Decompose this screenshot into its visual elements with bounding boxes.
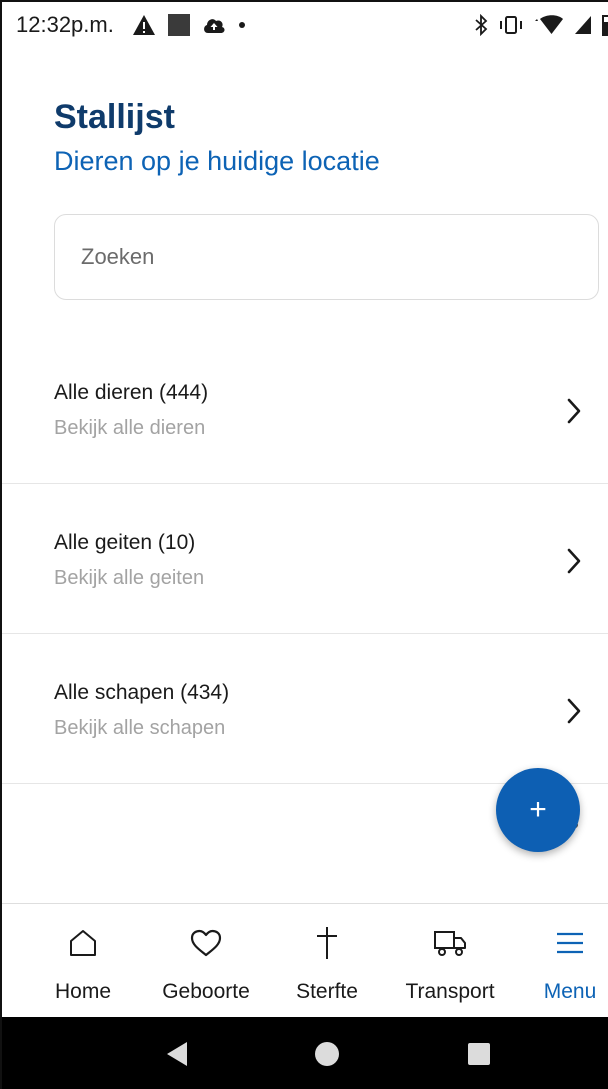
home-circle-icon <box>315 1042 339 1066</box>
status-time: 12:32p.m. <box>16 12 114 37</box>
nav-item-menu[interactable]: Menu <box>532 904 608 1018</box>
home-icon <box>68 926 98 960</box>
nav-item-sterfte[interactable]: Sterfte <box>282 904 372 1018</box>
nav-label: Transport <box>405 980 495 1003</box>
nav-item-transport[interactable]: Transport <box>394 904 506 1018</box>
bluetooth-icon <box>474 14 488 36</box>
plus-icon: + <box>529 793 547 826</box>
cloud-upload-icon <box>202 16 226 34</box>
nav-label: Geboorte <box>162 980 250 1003</box>
recents-square-icon <box>468 1043 490 1065</box>
list-item-subtitle: Bekijk alle dieren <box>54 417 206 439</box>
warning-icon <box>132 14 156 36</box>
list-item-subtitle: Bekijk alle geiten <box>54 567 205 589</box>
nav-item-geboorte[interactable]: Geboorte <box>150 904 262 1018</box>
search-field[interactable] <box>54 214 599 300</box>
vibrate-icon <box>498 15 524 35</box>
list-item-subtitle: Bekijk alle schapen <box>54 717 226 739</box>
back-triangle-icon <box>167 1042 187 1066</box>
nav-label: Home <box>54 980 112 1003</box>
system-navigation-bar <box>2 1017 608 1089</box>
recents-button[interactable] <box>454 1017 504 1089</box>
add-button[interactable]: + <box>496 768 580 852</box>
home-system-button[interactable] <box>302 1017 352 1089</box>
cell-signal-icon <box>574 15 592 35</box>
nav-item-home[interactable]: Home <box>46 904 120 1018</box>
app-screen: 12:32p.m. Stallijst Dieren op je huidige… <box>0 0 608 1089</box>
list-item-all-goats[interactable]: Alle geiten (10) Bekijk alle geiten <box>2 484 608 634</box>
list-item-all-sheep[interactable]: Alle schapen (434) Bekijk alle schapen <box>2 634 608 784</box>
list-item-title: Alle schapen (434) <box>54 681 230 704</box>
nav-label: Menu <box>543 980 597 1003</box>
list-item-title: Alle geiten (10) <box>54 531 196 554</box>
page-subtitle: Dieren op je huidige locatie <box>54 146 380 176</box>
dot-notification-icon <box>238 21 246 29</box>
nav-label: Sterfte <box>296 980 358 1003</box>
status-bar: 12:32p.m. <box>2 2 608 48</box>
battery-icon <box>602 14 608 36</box>
image-notification-icon <box>167 14 190 36</box>
status-icons-right <box>474 2 608 48</box>
hamburger-menu-icon <box>555 926 585 960</box>
truck-icon <box>433 926 467 960</box>
back-button[interactable] <box>152 1017 202 1089</box>
list-item-title: Alle dieren (444) <box>54 381 209 404</box>
chevron-right-icon <box>564 697 584 730</box>
chevron-right-icon <box>564 397 584 430</box>
wifi-icon <box>534 15 564 35</box>
chevron-right-icon <box>564 547 584 580</box>
page-title: Stallijst <box>54 98 175 136</box>
search-input[interactable] <box>79 243 598 271</box>
heart-icon <box>190 926 222 960</box>
bottom-navigation: Home Geboorte Sterfte Transport Menu <box>2 903 608 1017</box>
list-item-all-animals[interactable]: Alle dieren (444) Bekijk alle dieren <box>2 334 608 484</box>
cross-icon <box>315 926 339 960</box>
